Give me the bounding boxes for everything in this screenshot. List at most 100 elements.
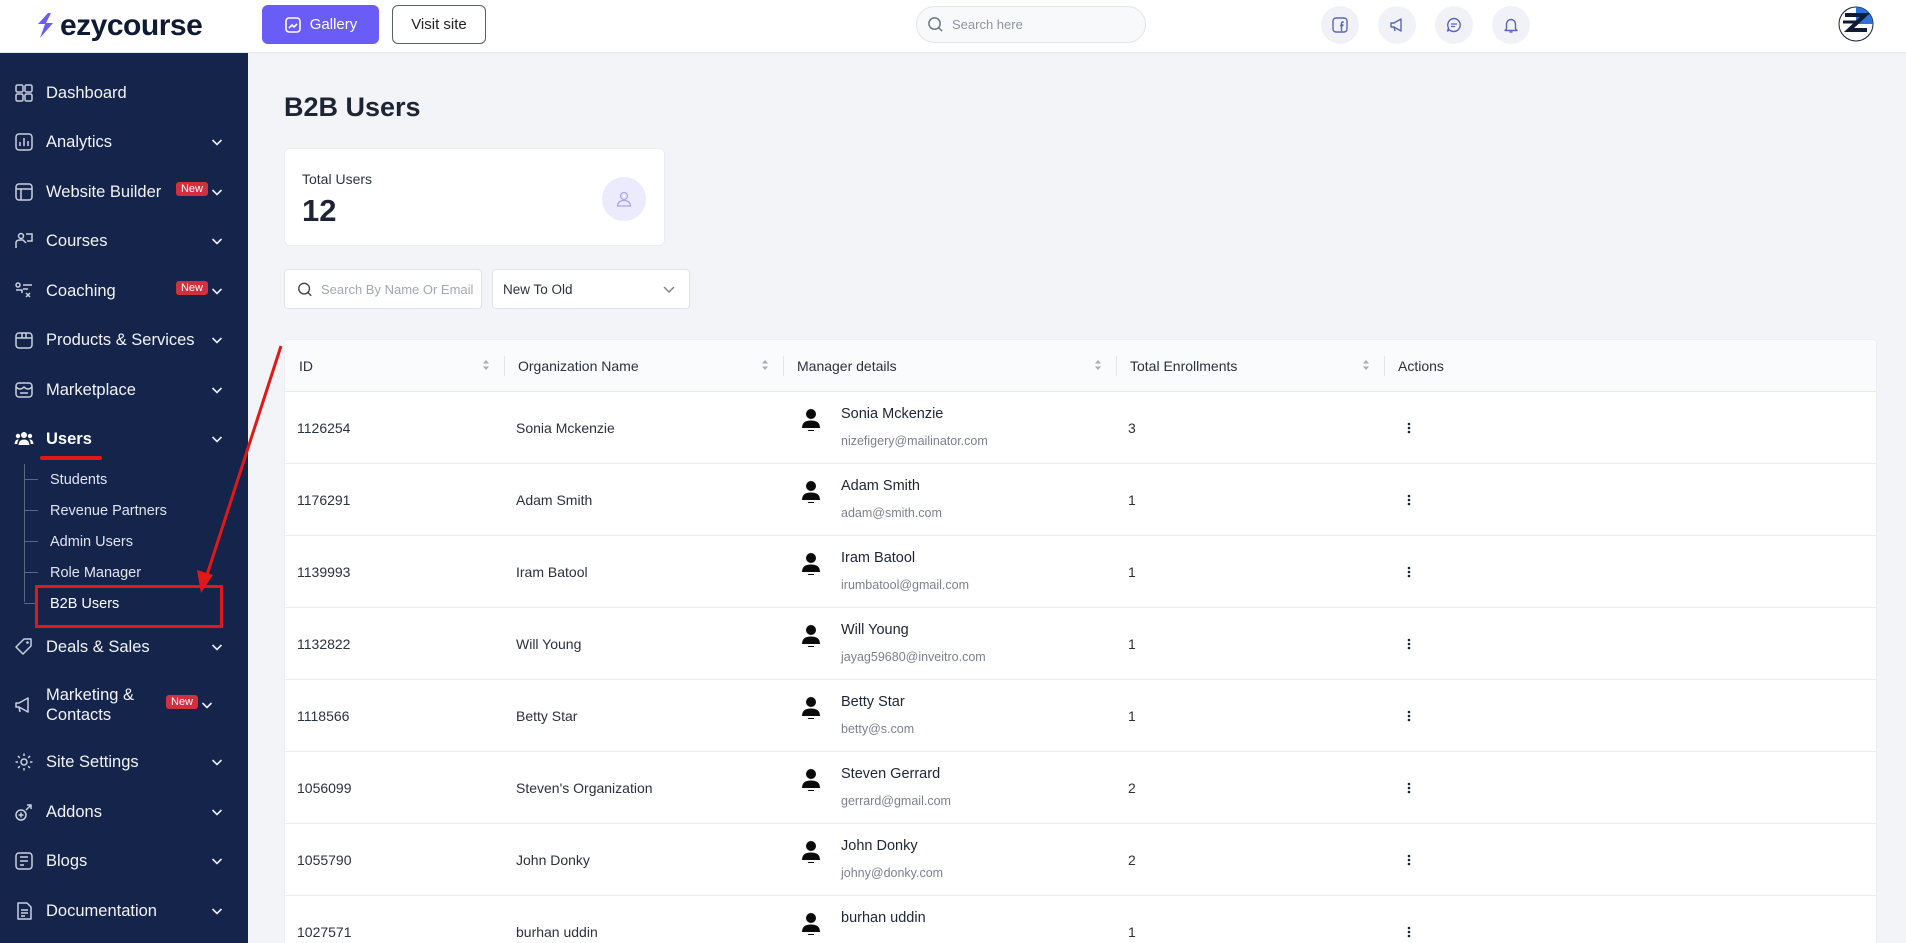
sidebar-menu: Dashboard Analytics Website Builder New …	[0, 53, 248, 936]
user-avatar-icon	[802, 553, 820, 575]
organization-name: John Donky	[516, 852, 590, 868]
more-vertical-icon	[1407, 926, 1411, 938]
sidebar-item-products-services[interactable]: Products & Services	[0, 316, 248, 366]
facebook-icon[interactable]	[1321, 6, 1359, 44]
global-search[interactable]	[916, 6, 1146, 43]
row-actions-button[interactable]	[1399, 464, 1419, 536]
sort-icon[interactable]	[482, 358, 490, 372]
coaching-icon	[14, 281, 34, 301]
sidebar-item-label: Products & Services	[46, 331, 195, 350]
dashboard-icon	[14, 83, 34, 103]
sidebar-item-label: Site Settings	[46, 753, 139, 772]
total-enrollments: 3	[1128, 420, 1136, 436]
table-row[interactable]: 1056099 Steven's Organization Steven Ger…	[285, 752, 1876, 824]
sort-value: New To Old	[503, 281, 573, 297]
manager-details: Steven Gerrard gerrard@gmail.com	[783, 752, 1116, 824]
chevron-down-icon	[211, 139, 223, 146]
user-search-input[interactable]	[321, 281, 481, 297]
table-header: ID Organization Name Manager details Tot…	[285, 340, 1876, 392]
column-header-total-enrollments[interactable]: Total Enrollments	[1116, 340, 1384, 392]
active-indicator	[40, 455, 102, 460]
sidebar-item-label: Marketplace	[46, 380, 136, 399]
facebook-glyph-icon	[1332, 17, 1348, 33]
sort-icon[interactable]	[1094, 358, 1102, 372]
sidebar-item-documentation[interactable]: Documentation	[0, 886, 248, 936]
table-row[interactable]: 1055790 John Donky John Donky johny@donk…	[285, 824, 1876, 896]
sidebar-item-label: Website Builder	[46, 182, 162, 201]
sidebar-item-users[interactable]: Users	[0, 415, 248, 465]
account-avatar[interactable]	[1838, 6, 1874, 42]
sidebar-item-coaching[interactable]: Coaching New	[0, 266, 248, 316]
user-avatar-icon	[802, 913, 820, 935]
manager-email: johny@donky.com	[841, 866, 944, 880]
sidebar-item-website-builder[interactable]: Website Builder New	[0, 167, 248, 217]
manager-name: Will Young	[841, 622, 909, 638]
table-row[interactable]: 1132822 Will Young Will Young jayag59680…	[285, 608, 1876, 680]
more-vertical-icon	[1407, 422, 1411, 434]
column-header-id[interactable]: ID	[285, 340, 504, 392]
sort-select[interactable]: New To Old	[492, 269, 690, 309]
manager-email: adam@smith.com	[841, 506, 942, 520]
sort-icon[interactable]	[1362, 358, 1370, 372]
chevron-down-icon	[211, 644, 223, 651]
manager-name: Iram Batool	[841, 550, 916, 566]
table-row[interactable]: 1027571 burhan uddin burhan uddin 1	[285, 896, 1876, 943]
sidebar-item-label: Courses	[46, 232, 108, 251]
total-enrollments: 1	[1128, 492, 1136, 508]
manager-email: nizefigery@mailinator.com	[841, 434, 988, 448]
sidebar-item-blogs[interactable]: Blogs	[0, 837, 248, 887]
megaphone-icon[interactable]	[1378, 6, 1416, 44]
sidebar-subitem-admin-users[interactable]: Admin Users	[24, 526, 248, 557]
sort-icon[interactable]	[761, 358, 769, 372]
row-actions-button[interactable]	[1399, 752, 1419, 824]
row-actions-button[interactable]	[1399, 680, 1419, 752]
marketing-icon	[14, 695, 34, 715]
user-id: 1118566	[297, 708, 350, 724]
analytics-icon	[14, 132, 34, 152]
sidebar-subitem-role-manager[interactable]: Role Manager	[24, 557, 248, 588]
chevron-down-icon	[211, 436, 223, 443]
table-row[interactable]: 1118566 Betty Star Betty Star betty@s.co…	[285, 680, 1876, 752]
sidebar-item-marketing-contacts[interactable]: Marketing & Contacts New	[0, 672, 248, 738]
user-avatar-icon	[802, 697, 820, 719]
logo[interactable]: ezycourse	[0, 0, 248, 53]
total-enrollments: 1	[1128, 924, 1136, 940]
sidebar-subitem-students[interactable]: Students	[24, 464, 248, 495]
visit-site-button[interactable]: Visit site	[392, 5, 486, 44]
table-row[interactable]: 1126254 Sonia Mckenzie Sonia Mckenzie ni…	[285, 392, 1876, 464]
brand-name: ezycourse	[60, 9, 203, 42]
sidebar-item-courses[interactable]: Courses	[0, 217, 248, 267]
documentation-icon	[14, 901, 34, 921]
row-actions-button[interactable]	[1399, 824, 1419, 896]
row-actions-button[interactable]	[1399, 896, 1419, 943]
more-vertical-icon	[1407, 566, 1411, 578]
sidebar-item-analytics[interactable]: Analytics	[0, 118, 248, 168]
row-actions-button[interactable]	[1399, 608, 1419, 680]
sidebar: ezycourse Dashboard Analytics Website Bu…	[0, 0, 248, 943]
sidebar-item-deals-sales[interactable]: Deals & Sales	[0, 622, 248, 672]
deals-icon	[14, 637, 34, 657]
chat-icon[interactable]	[1435, 6, 1473, 44]
sidebar-subitem-revenue-partners[interactable]: Revenue Partners	[24, 495, 248, 526]
bell-icon[interactable]	[1492, 6, 1530, 44]
column-header-organization-name[interactable]: Organization Name	[504, 340, 783, 392]
column-header-manager-details[interactable]: Manager details	[783, 340, 1116, 392]
manager-email: gerrard@gmail.com	[841, 794, 951, 808]
table-row[interactable]: 1176291 Adam Smith Adam Smith adam@smith…	[285, 464, 1876, 536]
total-enrollments: 1	[1128, 564, 1136, 580]
sidebar-item-dashboard[interactable]: Dashboard	[0, 68, 248, 118]
sidebar-item-addons[interactable]: Addons	[0, 787, 248, 837]
stat-value: 12	[302, 193, 337, 228]
sidebar-item-marketplace[interactable]: Marketplace	[0, 365, 248, 415]
table-row[interactable]: 1139993 Iram Batool Iram Batool irumbato…	[285, 536, 1876, 608]
page-title: B2B Users	[284, 92, 421, 122]
user-search[interactable]	[284, 269, 482, 309]
sidebar-item-site-settings[interactable]: Site Settings	[0, 738, 248, 788]
tree-line	[24, 464, 25, 602]
row-actions-button[interactable]	[1399, 392, 1419, 464]
row-actions-button[interactable]	[1399, 536, 1419, 608]
user-id: 1139993	[297, 564, 351, 580]
b2b-users-table: ID Organization Name Manager details Tot…	[284, 339, 1877, 943]
global-search-input[interactable]	[952, 17, 1132, 32]
gallery-button[interactable]: Gallery	[262, 5, 379, 44]
